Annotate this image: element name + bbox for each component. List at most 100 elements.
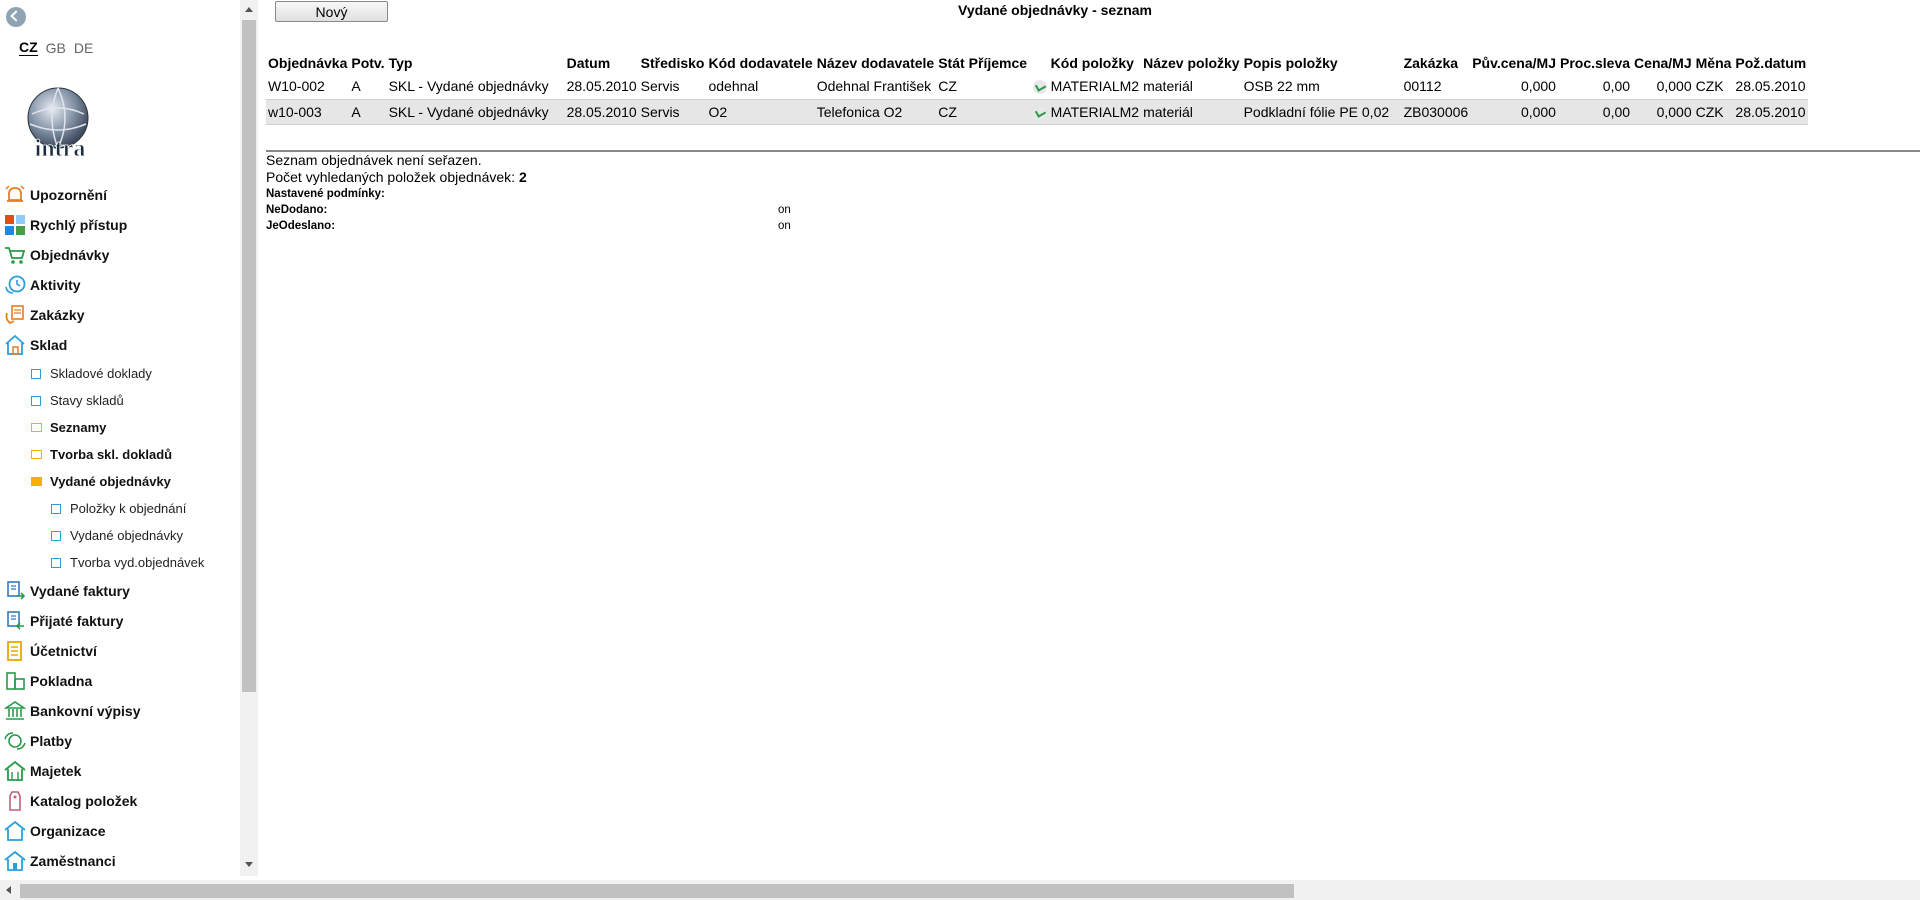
- cart-icon: [5, 247, 26, 264]
- nav-pokladna[interactable]: Pokladna: [0, 666, 240, 696]
- main-content: Nový Vydané objednávky - seznam Objednáv…: [258, 0, 1920, 876]
- nav-prijate-faktury[interactable]: Přijaté faktury: [0, 606, 240, 636]
- nav-platby[interactable]: Platby: [0, 726, 240, 756]
- cell-puv-cena: 0,000: [1520, 78, 1556, 95]
- sub-seznamy[interactable]: Seznamy: [0, 414, 240, 441]
- sub-polozky-k-objednani[interactable]: Položky k objednání: [0, 495, 240, 522]
- col-objednavka[interactable]: Objednávka: [266, 52, 349, 74]
- col-popis-polozky[interactable]: Popis položky: [1242, 52, 1402, 74]
- table-row[interactable]: W10-002 A SKL - Vydané objednávky 28.05.…: [266, 74, 1808, 99]
- list-info: Seznam objednávek není seřazen. Počet vy…: [266, 152, 527, 186]
- scroll-down-arrow-icon[interactable]: [245, 862, 253, 867]
- accounting-icon: [7, 641, 22, 661]
- folder-open-icon: [31, 477, 42, 486]
- logo-text: intra: [35, 136, 86, 160]
- table-row[interactable]: w10-003 A SKL - Vydané objednávky 28.05.…: [266, 98, 1809, 125]
- cell-stredisko: Servis: [638, 98, 707, 125]
- alarm-icon: [5, 185, 25, 202]
- nav-zakazky[interactable]: Zakázky: [0, 300, 240, 330]
- table-header-row: Objednávka Potv. Typ Datum Středisko Kód…: [266, 52, 1808, 74]
- nav-rychly-pristup[interactable]: Rychlý přístup: [0, 210, 240, 240]
- col-typ[interactable]: Typ: [387, 52, 565, 74]
- condition-name: JeOdeslano:: [266, 220, 336, 232]
- employees-icon: [4, 851, 26, 871]
- col-potv[interactable]: Potv.: [349, 52, 386, 74]
- nav-zamestnanci[interactable]: Zaměstnanci: [0, 846, 240, 876]
- col-kod-polozky[interactable]: Kód položky: [1049, 52, 1141, 74]
- col-zakazka[interactable]: Zakázka: [1402, 52, 1471, 74]
- nav-objednavky[interactable]: Objednávky: [0, 240, 240, 270]
- app-window: CZ GB DE intra Upozornění Rychlý přístup…: [0, 0, 1920, 900]
- nav-katalog-polozek[interactable]: Katalog položek: [0, 786, 240, 816]
- col-nazev-polozky[interactable]: Název položky: [1141, 52, 1241, 74]
- sub-tvorba-vyd-objednavek[interactable]: Tvorba vyd.objednávek: [0, 549, 240, 576]
- sub-vydane-objednavky-folder[interactable]: Vydané objednávky: [0, 468, 240, 495]
- cell-cena-mj: 0,000: [1656, 78, 1692, 95]
- nav-bankovni-vypisy[interactable]: Bankovní výpisy: [0, 696, 240, 726]
- col-poz-datum[interactable]: Pož.datum: [1733, 52, 1808, 74]
- scroll-up-arrow-icon[interactable]: [245, 7, 253, 12]
- receive-arrow-icon[interactable]: [1032, 80, 1047, 95]
- cell-mena: CZK: [1693, 98, 1734, 125]
- nav-sklad[interactable]: Sklad: [0, 330, 240, 360]
- col-prijemce[interactable]: Příjemce: [967, 52, 1049, 74]
- scroll-left-arrow-icon[interactable]: [6, 886, 11, 894]
- col-mena[interactable]: Měna: [1694, 52, 1734, 74]
- sub-stavy-skladu[interactable]: Stavy skladů: [0, 387, 240, 414]
- lang-gb[interactable]: GB: [46, 40, 66, 56]
- cell-typ: SKL - Vydané objednávky: [388, 78, 549, 95]
- col-stat[interactable]: Stát: [936, 52, 966, 74]
- nav-majetek[interactable]: Majetek: [0, 756, 240, 786]
- sub-vydane-objednavky[interactable]: Vydané objednávky: [0, 522, 240, 549]
- quick-access-icon: [5, 215, 25, 235]
- col-nazev-dodavatele[interactable]: Název dodavatele: [815, 52, 937, 74]
- cell-proc-sleva: 0,00: [1557, 98, 1633, 125]
- cell-popis-polozky: Podkladní fólie PE 0,02: [1241, 98, 1402, 125]
- col-cena-mj[interactable]: Cena/MJ: [1632, 52, 1694, 74]
- cell-typ: SKL - Vydané objednávky: [386, 98, 565, 125]
- conditions-heading: Nastavené podmínky:: [266, 188, 385, 200]
- col-datum[interactable]: Datum: [565, 52, 639, 74]
- cell-potv: A: [351, 78, 361, 95]
- cell-objednavka[interactable]: w10-003: [266, 98, 350, 125]
- cell-potv: A: [349, 98, 387, 125]
- payments-icon: [4, 732, 26, 750]
- cell-prijemce[interactable]: [966, 98, 1049, 125]
- horizontal-scrollbar[interactable]: [0, 880, 1920, 900]
- cell-nazev-polozky: materiál: [1141, 98, 1242, 125]
- sidebar-scroll-thumb[interactable]: [242, 20, 256, 692]
- sidebar-scrollbar[interactable]: [240, 0, 258, 876]
- page-title: Vydané objednávky - seznam: [958, 2, 1152, 18]
- horizontal-scroll-thumb[interactable]: [20, 884, 1294, 898]
- orders-table: Objednávka Potv. Typ Datum Středisko Kód…: [266, 52, 1809, 125]
- nav-organizace[interactable]: Organizace: [0, 816, 240, 846]
- col-proc-sleva[interactable]: Proc.sleva: [1558, 52, 1632, 74]
- new-button[interactable]: Nový: [275, 1, 388, 22]
- cell-objednavka[interactable]: W10-002: [266, 74, 349, 99]
- organization-icon: [4, 821, 26, 841]
- page-icon: [31, 369, 41, 379]
- col-puv-cena[interactable]: Pův.cena/MJ: [1470, 52, 1558, 74]
- cell-puv-cena: 0,000: [1470, 98, 1558, 125]
- receive-arrow-icon[interactable]: [1032, 105, 1047, 120]
- sub-tvorba-skl-dokladu[interactable]: Tvorba skl. dokladů: [0, 441, 240, 468]
- intra-logo[interactable]: intra: [18, 84, 102, 160]
- cell-nazev-polozky: materiál: [1143, 78, 1193, 95]
- folder-icon: [31, 423, 42, 432]
- issued-invoice-icon: [7, 581, 26, 600]
- cell-mena: CZK: [1695, 78, 1724, 95]
- cell-stredisko: Servis: [640, 78, 680, 95]
- nav-ucetnictvi[interactable]: Účetnictví: [0, 636, 240, 666]
- col-stredisko[interactable]: Středisko: [639, 52, 707, 74]
- sub-skladove-doklady[interactable]: Skladové doklady: [0, 360, 240, 387]
- lang-cz[interactable]: CZ: [19, 40, 38, 56]
- nav-vydane-faktury[interactable]: Vydané faktury: [0, 576, 240, 606]
- cell-prijemce[interactable]: [967, 74, 1049, 99]
- property-icon: [4, 761, 26, 781]
- lang-de[interactable]: DE: [74, 40, 93, 56]
- page-icon: [51, 531, 61, 541]
- col-kod-dodavatele[interactable]: Kód dodavatele: [706, 52, 814, 74]
- back-arrow-icon[interactable]: [6, 7, 26, 27]
- nav-aktivity[interactable]: Aktivity: [0, 270, 240, 300]
- nav-upozorneni[interactable]: Upozornění: [0, 180, 240, 210]
